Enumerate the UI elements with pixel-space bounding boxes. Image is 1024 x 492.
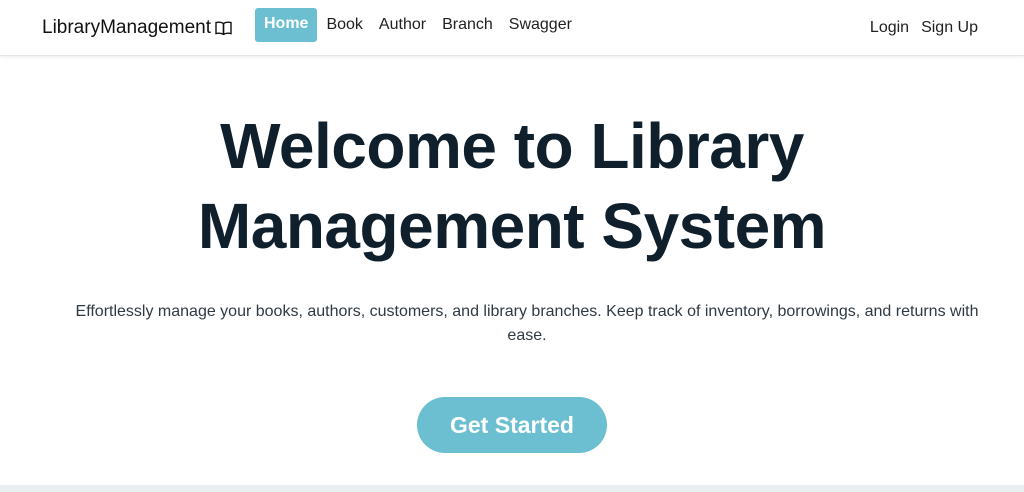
login-link[interactable]: Login bbox=[862, 19, 913, 37]
get-started-button[interactable]: Get Started bbox=[417, 397, 607, 453]
nav-book[interactable]: Book bbox=[318, 8, 370, 42]
brand-name: LibraryManagement bbox=[42, 17, 211, 38]
nav-branch[interactable]: Branch bbox=[434, 8, 501, 42]
signup-link[interactable]: Sign Up bbox=[913, 19, 982, 37]
hero-title-line1: Welcome to Library bbox=[220, 110, 804, 182]
brand-link[interactable]: LibraryManagement bbox=[42, 17, 232, 39]
nav-home[interactable]: Home bbox=[255, 8, 318, 42]
navbar: LibraryManagement Home Book Author Branc… bbox=[0, 0, 1024, 56]
nav-author[interactable]: Author bbox=[371, 8, 434, 42]
book-icon bbox=[215, 21, 232, 35]
hero-description: Effortlessly manage your books, authors,… bbox=[75, 303, 979, 344]
hero-title-line2: Management System bbox=[197, 190, 827, 262]
hero-title: Welcome to Library Management System bbox=[0, 106, 1024, 266]
footer-divider bbox=[0, 485, 1024, 492]
nav-swagger[interactable]: Swagger bbox=[501, 8, 580, 42]
nav-links: Home Book Author Branch Swagger bbox=[255, 8, 580, 42]
auth-links: Login Sign Up bbox=[862, 8, 982, 48]
